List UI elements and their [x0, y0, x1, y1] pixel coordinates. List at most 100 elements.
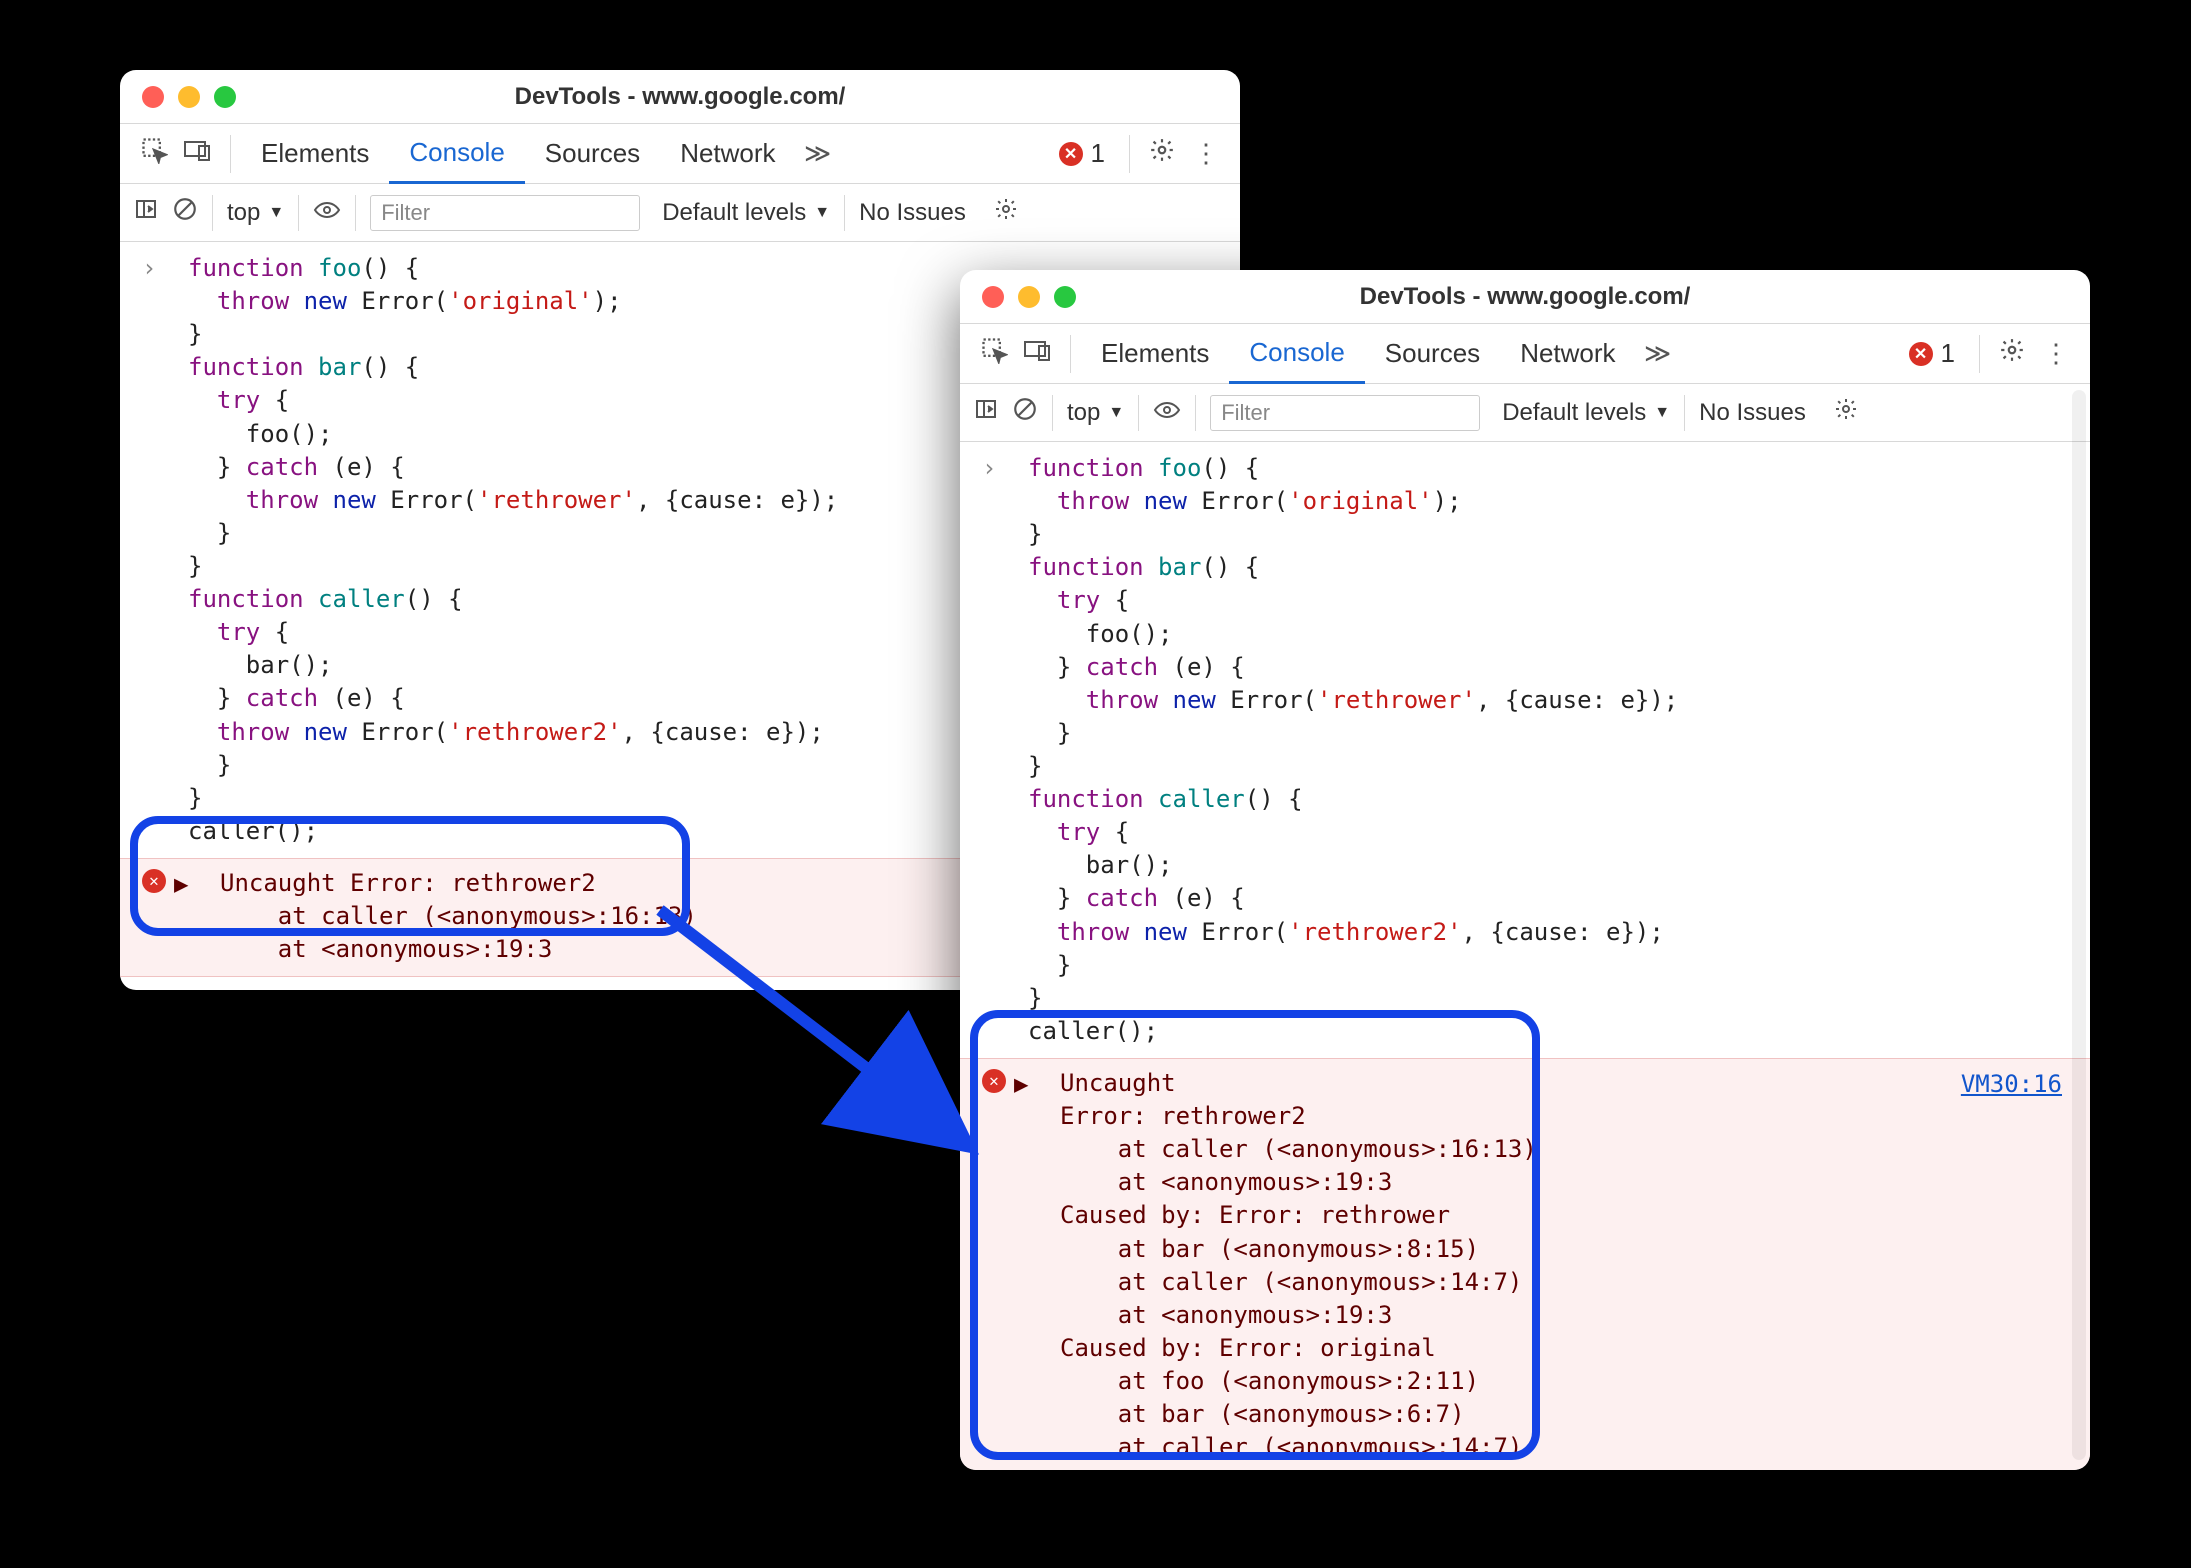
context-label: top: [227, 199, 260, 227]
log-levels-selector[interactable]: Default levels ▼: [1502, 399, 1670, 427]
tab-sources[interactable]: Sources: [525, 124, 660, 184]
issues-link[interactable]: No Issues: [859, 199, 966, 227]
chevron-down-icon: ▼: [814, 204, 830, 222]
panel-tabbar: Elements Console Sources Network ≫ ✕ 1 ⋮: [120, 124, 1240, 184]
kebab-menu-icon[interactable]: ⋮: [2034, 338, 2078, 369]
toggle-sidebar-icon[interactable]: [134, 197, 158, 228]
console-toolbar: top ▼ Filter Default levels ▼ No Issues: [120, 184, 1240, 242]
error-line: Caused by: Error: rethrower: [978, 1199, 2090, 1232]
error-line: Caused by: Error: original: [978, 1332, 2090, 1365]
error-line: at bar (<anonymous>:8:15): [978, 1233, 2090, 1266]
minimize-window-button[interactable]: [1018, 286, 1040, 308]
devtools-window-right: DevTools - www.google.com/ Elements Cons…: [960, 270, 2090, 1470]
code-line: function bar() {: [978, 551, 2090, 584]
tab-elements[interactable]: Elements: [241, 124, 389, 184]
code-line: throw new Error('original');: [978, 485, 2090, 518]
filter-input[interactable]: Filter: [370, 195, 640, 231]
maximize-window-button[interactable]: [214, 86, 236, 108]
code-line: bar();: [978, 849, 2090, 882]
clear-console-icon[interactable]: [172, 196, 198, 229]
tab-sources[interactable]: Sources: [1365, 324, 1500, 384]
error-line: at caller (<anonymous>:14:7): [978, 1266, 2090, 1299]
code-line: } catch (e) {: [978, 882, 2090, 915]
device-toolbar-icon[interactable]: [176, 137, 220, 170]
error-line: at <anonymous>:19:3: [978, 1166, 2090, 1199]
console-input-echo: › function foo() { throw new Error('orig…: [960, 442, 2090, 1058]
clear-console-icon[interactable]: [1012, 396, 1038, 429]
tab-console[interactable]: Console: [389, 124, 524, 184]
filter-input[interactable]: Filter: [1210, 395, 1480, 431]
more-tabs-icon[interactable]: ≫: [1636, 338, 1680, 369]
error-line: Uncaught: [978, 1067, 2090, 1100]
maximize-window-button[interactable]: [1054, 286, 1076, 308]
code-line: function caller() {: [978, 783, 2090, 816]
tab-elements[interactable]: Elements: [1081, 324, 1229, 384]
log-levels-selector[interactable]: Default levels ▼: [662, 199, 830, 227]
console-settings-gear-icon[interactable]: [994, 197, 1018, 228]
code-line: foo();: [978, 618, 2090, 651]
console-settings-gear-icon[interactable]: [1834, 397, 1858, 428]
code-line: throw new Error('rethrower', {cause: e})…: [978, 684, 2090, 717]
error-line: at <anonymous>:19:3: [978, 1299, 2090, 1332]
levels-label: Default levels: [662, 199, 806, 227]
error-count-badge[interactable]: ✕ 1: [1045, 138, 1119, 169]
close-window-button[interactable]: [982, 286, 1004, 308]
code-line: }: [978, 518, 2090, 551]
inspect-element-icon[interactable]: [132, 136, 176, 171]
disclosure-triangle-icon[interactable]: ▶: [174, 868, 188, 901]
scrollbar[interactable]: [2072, 390, 2086, 1460]
live-expression-eye-icon[interactable]: [313, 199, 341, 227]
tab-network[interactable]: Network: [660, 124, 795, 184]
error-line: at caller (<anonymous>:16:13): [978, 1133, 2090, 1166]
tab-console[interactable]: Console: [1229, 324, 1364, 384]
error-count-value: 1: [1091, 138, 1105, 169]
source-link[interactable]: VM30:16: [1961, 1068, 2062, 1101]
code-line: function foo() {: [978, 452, 2090, 485]
context-label: top: [1067, 399, 1100, 427]
console-error-message[interactable]: ✕ ▶ VM30:16 UncaughtError: rethrower2 at…: [960, 1058, 2090, 1470]
input-prompt-icon: ›: [142, 252, 156, 285]
traffic-lights: [960, 286, 1076, 308]
error-count-value: 1: [1941, 338, 1955, 369]
code-line: caller();: [978, 1015, 2090, 1048]
code-line: }: [978, 949, 2090, 982]
minimize-window-button[interactable]: [178, 86, 200, 108]
context-selector[interactable]: top ▼: [1067, 399, 1124, 427]
inspect-element-icon[interactable]: [972, 336, 1016, 371]
settings-gear-icon[interactable]: [1990, 337, 2034, 370]
error-line: at <anonymous>:19:3: [978, 1464, 2090, 1470]
issues-link[interactable]: No Issues: [1699, 399, 1806, 427]
toggle-sidebar-icon[interactable]: [974, 397, 998, 428]
chevron-down-icon: ▼: [268, 204, 284, 222]
error-line: at foo (<anonymous>:2:11): [978, 1365, 2090, 1398]
levels-label: Default levels: [1502, 399, 1646, 427]
error-icon: ✕: [982, 1069, 1006, 1093]
error-line: at bar (<anonymous>:6:7): [978, 1398, 2090, 1431]
code-line: }: [978, 750, 2090, 783]
error-line: at caller (<anonymous>:14:7): [978, 1431, 2090, 1464]
close-window-button[interactable]: [142, 86, 164, 108]
disclosure-triangle-icon[interactable]: ▶: [1014, 1068, 1028, 1101]
code-line: try {: [978, 584, 2090, 617]
error-count-badge[interactable]: ✕ 1: [1895, 338, 1969, 369]
chevron-down-icon: ▼: [1108, 404, 1124, 422]
code-line: try {: [978, 816, 2090, 849]
filter-placeholder: Filter: [381, 200, 430, 226]
settings-gear-icon[interactable]: [1140, 137, 1184, 170]
error-icon: ✕: [1909, 342, 1933, 366]
code-line: } catch (e) {: [978, 651, 2090, 684]
code-line: throw new Error('rethrower2', {cause: e}…: [978, 916, 2090, 949]
tab-network[interactable]: Network: [1500, 324, 1635, 384]
kebab-menu-icon[interactable]: ⋮: [1184, 138, 1228, 169]
device-toolbar-icon[interactable]: [1016, 337, 1060, 370]
context-selector[interactable]: top ▼: [227, 199, 284, 227]
more-tabs-icon[interactable]: ≫: [796, 138, 840, 169]
traffic-lights: [120, 86, 236, 108]
live-expression-eye-icon[interactable]: [1153, 399, 1181, 427]
window-title: DevTools - www.google.com/: [120, 83, 1240, 111]
error-icon: ✕: [142, 869, 166, 893]
panel-tabbar: Elements Console Sources Network ≫ ✕ 1 ⋮: [960, 324, 2090, 384]
console-toolbar: top ▼ Filter Default levels ▼ No Issues: [960, 384, 2090, 442]
window-title: DevTools - www.google.com/: [960, 283, 2090, 311]
titlebar: DevTools - www.google.com/: [120, 70, 1240, 124]
